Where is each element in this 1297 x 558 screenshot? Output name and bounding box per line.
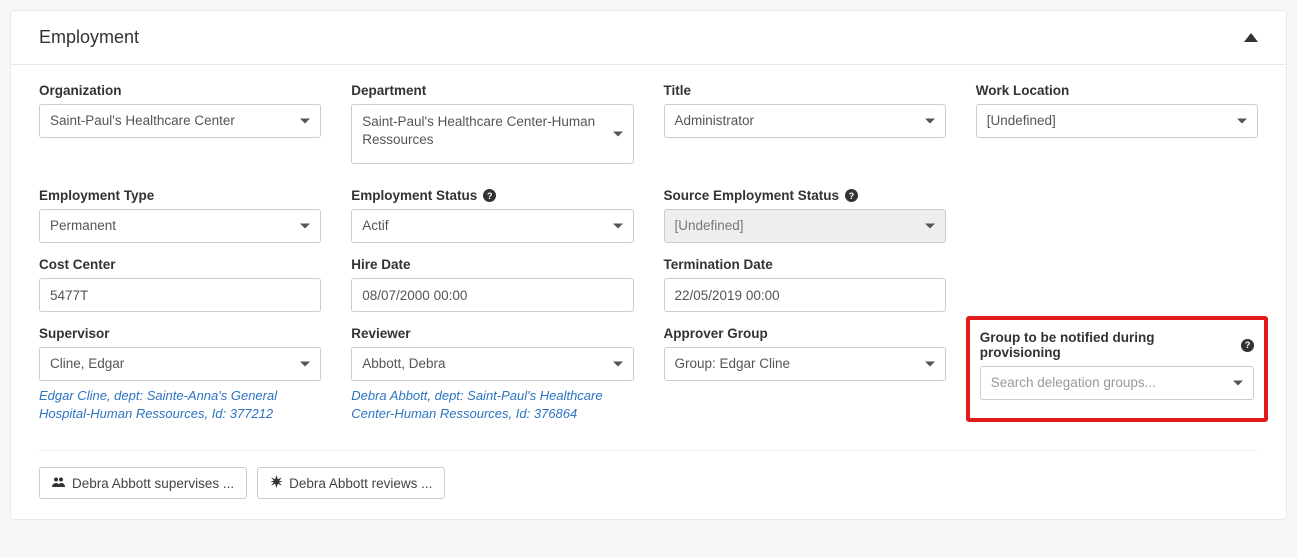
help-icon[interactable]: ? xyxy=(1241,339,1254,352)
row-1: Organization Saint-Paul's Healthcare Cen… xyxy=(39,83,1258,164)
group-termination-date: Termination Date xyxy=(664,257,946,312)
label-termination-date: Termination Date xyxy=(664,257,946,272)
reviewer-link[interactable]: Debra Abbott, dept: Saint-Paul's Healthc… xyxy=(351,387,633,422)
combobox-reviewer-value: Abbott, Debra xyxy=(362,356,445,371)
supervisor-id-label: Id: xyxy=(212,406,226,421)
supervisor-id: 377212 xyxy=(230,406,273,421)
row-3: Cost Center Hire Date Termination Date xyxy=(39,257,1258,312)
chevron-down-icon xyxy=(613,132,623,137)
reviews-button[interactable]: Debra Abbott reviews ... xyxy=(257,467,445,499)
separator xyxy=(39,450,1258,451)
chevron-down-icon xyxy=(300,119,310,124)
help-icon[interactable]: ? xyxy=(483,189,496,202)
group-title: Title Administrator xyxy=(664,83,946,138)
select-source-employment-status: [Undefined] xyxy=(664,209,946,243)
combobox-notify-group[interactable]: Search delegation groups... xyxy=(980,366,1254,400)
employment-panel: Employment Organization Saint-Paul's Hea… xyxy=(10,10,1287,520)
group-reviewer: Reviewer Abbott, Debra Debra Abbott, dep… xyxy=(351,326,633,422)
label-source-employment-status-text: Source Employment Status xyxy=(664,188,840,203)
group-employment-status: Employment Status ? Actif xyxy=(351,188,633,243)
select-department[interactable]: Saint-Paul's Healthcare Center-Human Res… xyxy=(351,104,633,164)
row-2: Employment Type Permanent Employment Sta… xyxy=(39,188,1258,243)
chevron-down-icon xyxy=(613,362,623,367)
select-employment-type[interactable]: Permanent xyxy=(39,209,321,243)
label-approver-group: Approver Group xyxy=(664,326,946,341)
reviews-button-label: Debra Abbott reviews ... xyxy=(289,476,432,491)
burst-icon xyxy=(270,475,283,491)
select-title[interactable]: Administrator xyxy=(664,104,946,138)
reviewer-name: Debra Abbott xyxy=(351,388,427,403)
input-hire-date[interactable] xyxy=(351,278,633,312)
group-work-location: Work Location [Undefined] xyxy=(976,83,1258,138)
group-organization: Organization Saint-Paul's Healthcare Cen… xyxy=(39,83,321,138)
supervisor-link[interactable]: Edgar Cline, dept: Sainte-Anna's General… xyxy=(39,387,321,422)
chevron-down-icon xyxy=(1237,119,1247,124)
users-icon xyxy=(52,476,66,491)
chevron-down-icon xyxy=(300,224,310,229)
panel-header[interactable]: Employment xyxy=(11,11,1286,65)
label-supervisor: Supervisor xyxy=(39,326,321,341)
group-supervisor: Supervisor Cline, Edgar Edgar Cline, dep… xyxy=(39,326,321,422)
label-hire-date: Hire Date xyxy=(351,257,633,272)
reviewer-dept-label: dept: xyxy=(435,388,464,403)
group-employment-type: Employment Type Permanent xyxy=(39,188,321,243)
label-reviewer: Reviewer xyxy=(351,326,633,341)
group-department: Department Saint-Paul's Healthcare Cente… xyxy=(351,83,633,164)
select-title-value: Administrator xyxy=(675,113,755,128)
combobox-supervisor-value: Cline, Edgar xyxy=(50,356,124,371)
group-hire-date: Hire Date xyxy=(351,257,633,312)
input-termination-date[interactable] xyxy=(664,278,946,312)
select-organization-value: Saint-Paul's Healthcare Center xyxy=(50,113,235,128)
supervises-button-label: Debra Abbott supervises ... xyxy=(72,476,234,491)
panel-body: Organization Saint-Paul's Healthcare Cen… xyxy=(11,65,1286,519)
label-notify-group: Group to be notified during provisioning… xyxy=(980,330,1254,360)
label-department: Department xyxy=(351,83,633,98)
combobox-supervisor[interactable]: Cline, Edgar xyxy=(39,347,321,381)
select-department-value: Saint-Paul's Healthcare Center-Human Res… xyxy=(362,114,595,147)
group-cost-center: Cost Center xyxy=(39,257,321,312)
label-source-employment-status: Source Employment Status ? xyxy=(664,188,946,203)
supervisor-name: Edgar Cline xyxy=(39,388,107,403)
input-cost-center[interactable] xyxy=(39,278,321,312)
label-work-location: Work Location xyxy=(976,83,1258,98)
combobox-reviewer[interactable]: Abbott, Debra xyxy=(351,347,633,381)
label-employment-status-text: Employment Status xyxy=(351,188,477,203)
highlight-box: Group to be notified during provisioning… xyxy=(966,316,1268,422)
select-employment-status[interactable]: Actif xyxy=(351,209,633,243)
supervisor-dept-label: dept: xyxy=(114,388,143,403)
label-employment-type: Employment Type xyxy=(39,188,321,203)
select-work-location-value: [Undefined] xyxy=(987,113,1056,128)
button-row: Debra Abbott supervises ... Debra Abbott… xyxy=(39,467,1258,499)
combobox-approver-group[interactable]: Group: Edgar Cline xyxy=(664,347,946,381)
row-4: Supervisor Cline, Edgar Edgar Cline, dep… xyxy=(39,326,1258,422)
supervises-button[interactable]: Debra Abbott supervises ... xyxy=(39,467,247,499)
group-approver-group: Approver Group Group: Edgar Cline xyxy=(664,326,946,381)
chevron-down-icon xyxy=(925,362,935,367)
label-title: Title xyxy=(664,83,946,98)
chevron-down-icon xyxy=(925,224,935,229)
select-organization[interactable]: Saint-Paul's Healthcare Center xyxy=(39,104,321,138)
select-work-location[interactable]: [Undefined] xyxy=(976,104,1258,138)
reviewer-id-label: Id: xyxy=(516,406,530,421)
collapse-icon[interactable] xyxy=(1244,33,1258,42)
chevron-down-icon xyxy=(613,224,623,229)
select-source-employment-status-value: [Undefined] xyxy=(675,218,744,233)
label-notify-group-text: Group to be notified during provisioning xyxy=(980,330,1235,360)
combobox-notify-group-placeholder: Search delegation groups... xyxy=(991,375,1156,390)
chevron-down-icon xyxy=(925,119,935,124)
chevron-down-icon xyxy=(300,362,310,367)
select-employment-status-value: Actif xyxy=(362,218,388,233)
chevron-down-icon xyxy=(1233,381,1243,386)
label-organization: Organization xyxy=(39,83,321,98)
panel-title: Employment xyxy=(39,27,139,48)
reviewer-id: 376864 xyxy=(534,406,577,421)
help-icon[interactable]: ? xyxy=(845,189,858,202)
label-cost-center: Cost Center xyxy=(39,257,321,272)
group-source-employment-status: Source Employment Status ? [Undefined] xyxy=(664,188,946,243)
label-employment-status: Employment Status ? xyxy=(351,188,633,203)
combobox-approver-group-value: Group: Edgar Cline xyxy=(675,356,791,371)
group-notify-group: Group to be notified during provisioning… xyxy=(976,326,1258,404)
select-employment-type-value: Permanent xyxy=(50,218,116,233)
